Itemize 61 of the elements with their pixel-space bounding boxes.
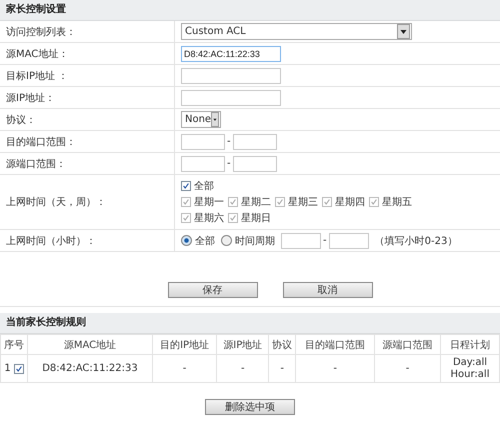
radio-button[interactable] bbox=[221, 235, 232, 246]
section-title: 家长控制设置 bbox=[0, 0, 500, 21]
checkbox-label: 星期四 bbox=[335, 196, 365, 209]
table-cell: D8:42:AC:11:22:33 bbox=[28, 354, 152, 382]
hint-text: （填写小时0-23） bbox=[374, 234, 458, 248]
row-number: 1 bbox=[4, 362, 11, 374]
range-separator: - bbox=[227, 158, 231, 169]
input-field[interactable]: D8:42:AC:11:22:33 bbox=[181, 46, 281, 62]
input-field[interactable] bbox=[232, 134, 277, 150]
checkbox[interactable] bbox=[181, 181, 191, 191]
delete-selected-button[interactable]: 删除选中项 bbox=[205, 399, 295, 415]
checkbox-label: 星期六 bbox=[194, 212, 224, 225]
input-field[interactable] bbox=[181, 134, 225, 150]
field-label: 上网时间（天，周）： bbox=[6, 196, 106, 209]
dropdown[interactable]: None bbox=[181, 111, 221, 128]
caret-icon bbox=[397, 24, 410, 39]
column-header: 日程计划 bbox=[440, 334, 500, 354]
radio-label: 全部 bbox=[195, 234, 215, 248]
field-label: 协议： bbox=[6, 114, 36, 126]
range-separator: - bbox=[323, 235, 327, 246]
table-cell: - bbox=[268, 354, 296, 382]
cancel-button[interactable]: 取消 bbox=[282, 282, 372, 298]
checkbox-label: 星期一 bbox=[194, 196, 224, 209]
dropdown[interactable]: Custom ACL bbox=[181, 23, 412, 40]
column-header: 源端口范围 bbox=[374, 334, 440, 354]
table-cell: - bbox=[216, 354, 269, 382]
column-header: 目的IP地址 bbox=[152, 334, 217, 354]
checkbox[interactable] bbox=[14, 364, 24, 374]
field-label: 源端口范围： bbox=[6, 158, 66, 170]
checkbox-label: 星期三 bbox=[288, 196, 318, 209]
column-header: 序号 bbox=[0, 334, 28, 354]
field-label: 目的端口范围： bbox=[6, 136, 76, 148]
input-field[interactable] bbox=[281, 232, 321, 248]
field-label: 上网时间（小时）： bbox=[6, 234, 96, 248]
radio-button[interactable] bbox=[181, 235, 192, 246]
column-header: 目的端口范围 bbox=[296, 334, 375, 354]
field-label: 访问控制列表： bbox=[6, 26, 76, 38]
table-cell: - bbox=[296, 354, 375, 382]
input-field[interactable] bbox=[181, 90, 281, 106]
checkbox-label: 全部 bbox=[194, 180, 214, 193]
input-field[interactable] bbox=[181, 156, 225, 172]
section-title: 当前家长控制规则 bbox=[0, 313, 500, 334]
checkbox-label: 星期五 bbox=[382, 196, 412, 209]
column-header: 源IP地址 bbox=[216, 334, 269, 354]
field-label: 目标IP地址 ： bbox=[6, 70, 68, 82]
caret-icon bbox=[211, 112, 219, 127]
input-field[interactable] bbox=[328, 232, 369, 248]
input-field[interactable] bbox=[181, 68, 281, 84]
column-header: 源MAC地址 bbox=[28, 334, 152, 354]
table-cell: Day:all Hour:all bbox=[440, 354, 500, 382]
input-field[interactable] bbox=[232, 156, 277, 172]
column-header: 协议 bbox=[268, 334, 296, 354]
radio-label: 时间周期 bbox=[235, 234, 275, 248]
checkbox-label: 星期日 bbox=[241, 212, 271, 225]
checkbox-label: 星期二 bbox=[241, 196, 271, 209]
field-label: 源IP地址： bbox=[6, 92, 55, 104]
save-button[interactable]: 保存 bbox=[168, 282, 258, 298]
field-label: 源MAC地址： bbox=[6, 48, 68, 60]
table-cell: - bbox=[374, 354, 440, 382]
table-cell: - bbox=[152, 354, 217, 382]
range-separator: - bbox=[227, 136, 231, 147]
